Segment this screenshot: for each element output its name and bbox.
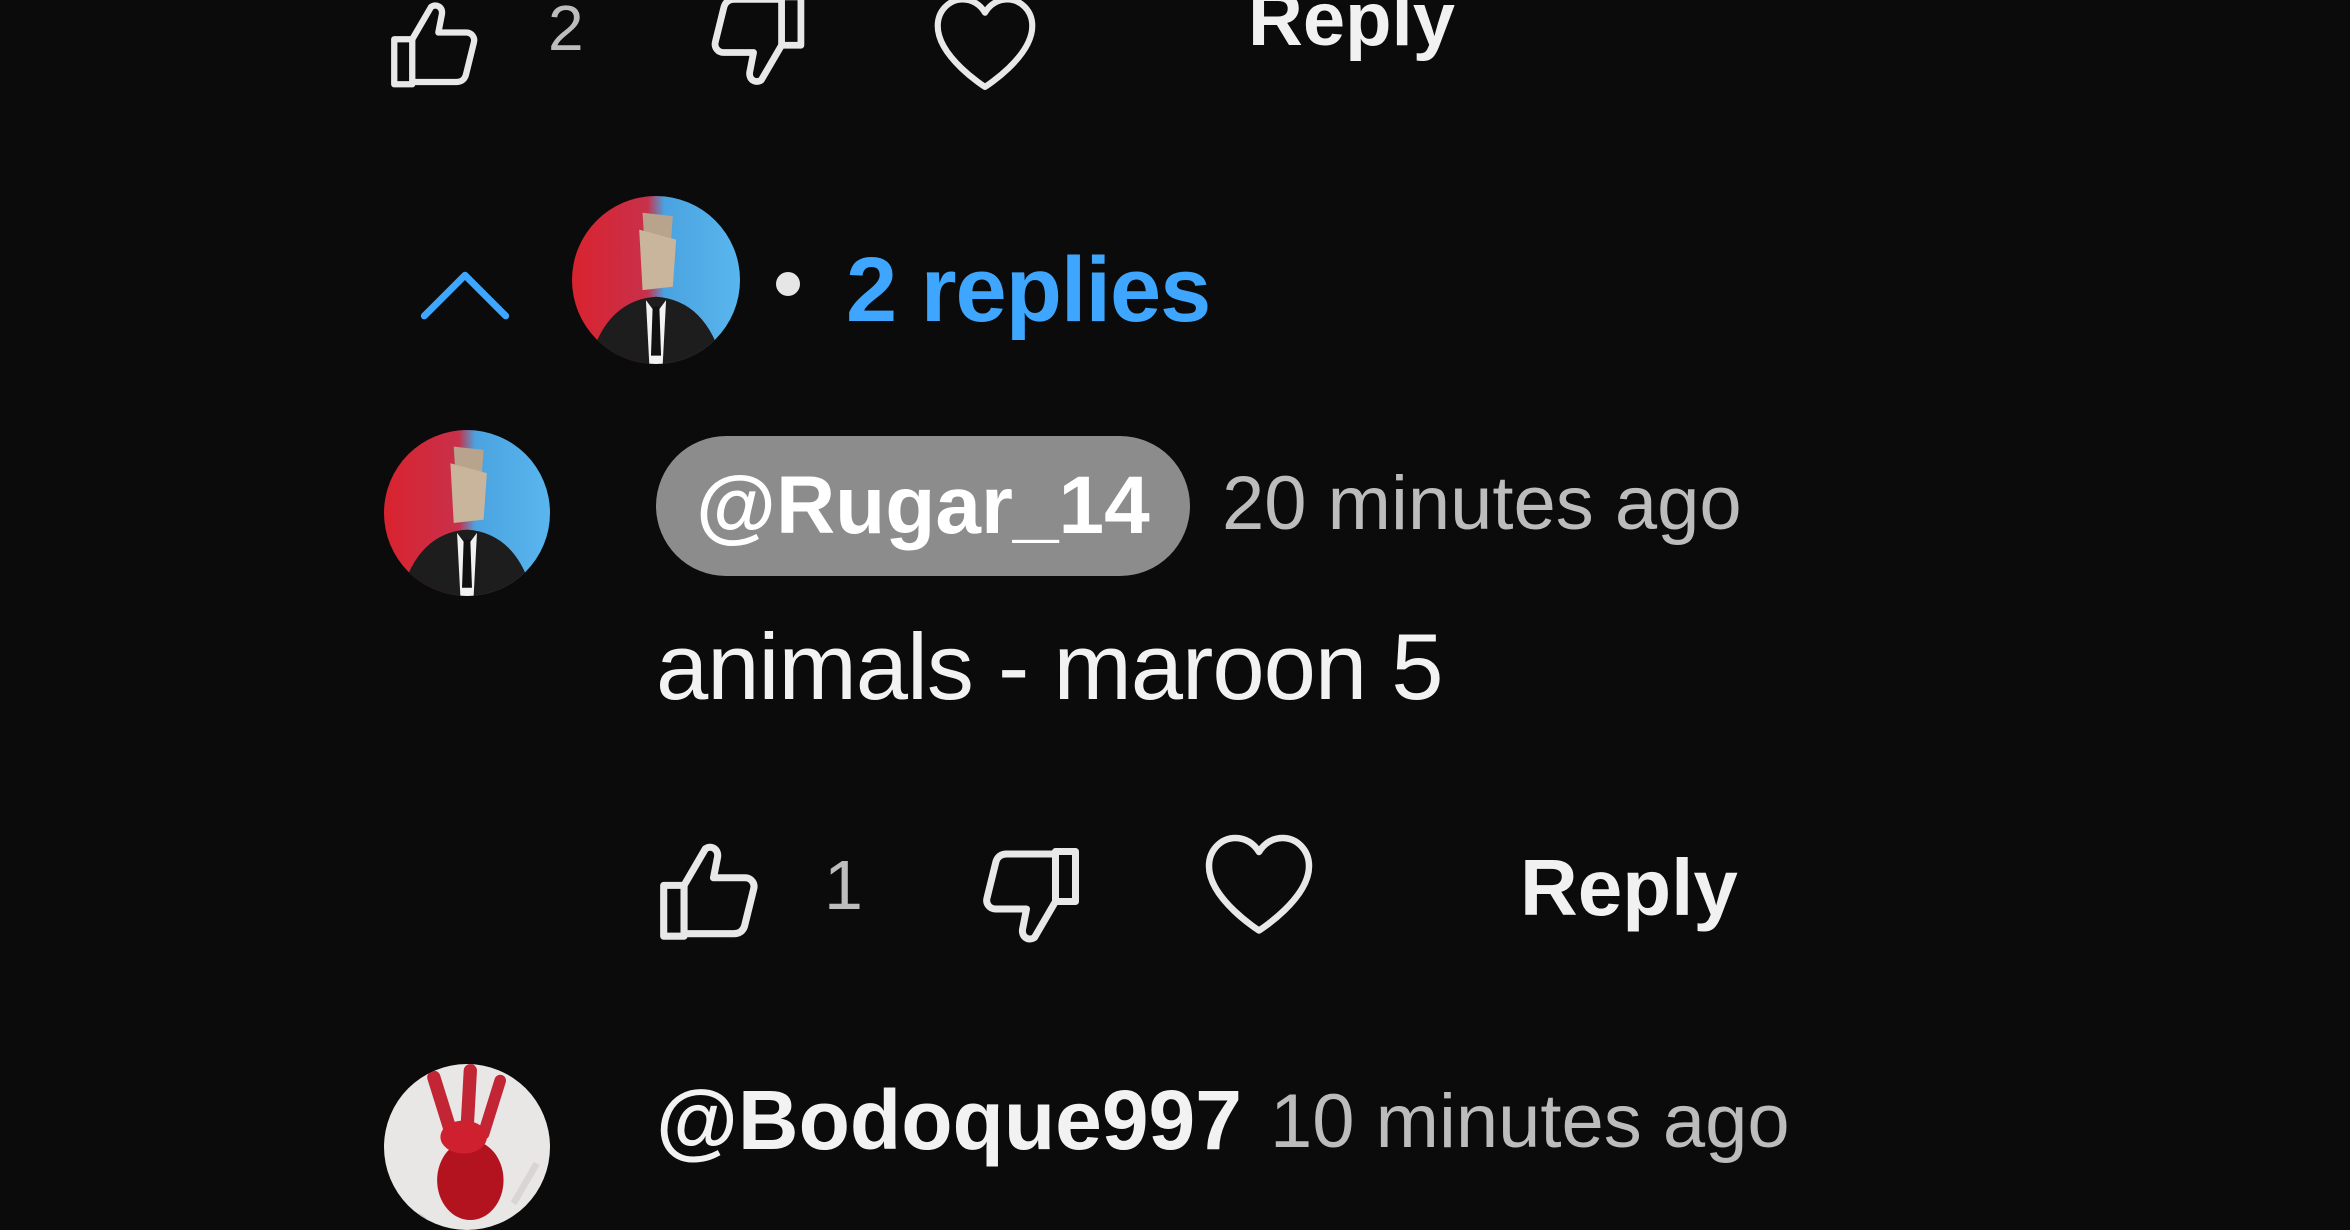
comment-text: animals - maroon 5 [656,614,1444,719]
comment-author[interactable]: @Rugar_14 [656,436,1190,576]
dislike-icon[interactable] [690,0,820,96]
reply-button[interactable]: Reply [1520,848,1738,928]
like-count: 1 [824,846,863,924]
like-count: 2 [548,0,584,64]
avatar[interactable] [384,430,550,596]
heart-icon[interactable] [924,0,1046,94]
comment-author[interactable]: @Bodoque997 [656,1078,1242,1162]
dislike-icon[interactable] [964,834,1092,954]
like-icon[interactable] [648,832,776,954]
comment-timestamp: 20 minutes ago [1222,461,1742,546]
comment-timestamp: 10 minutes ago [1270,1079,1790,1164]
avatar[interactable] [572,196,740,364]
heart-icon[interactable] [1198,828,1320,938]
like-icon[interactable] [372,0,502,100]
replies-toggle-label[interactable]: 2 replies [846,244,1211,336]
avatar[interactable] [384,1064,550,1230]
separator-dot [776,272,800,296]
reply-button[interactable]: Reply [1248,0,1455,58]
chevron-up-icon[interactable] [418,264,512,324]
